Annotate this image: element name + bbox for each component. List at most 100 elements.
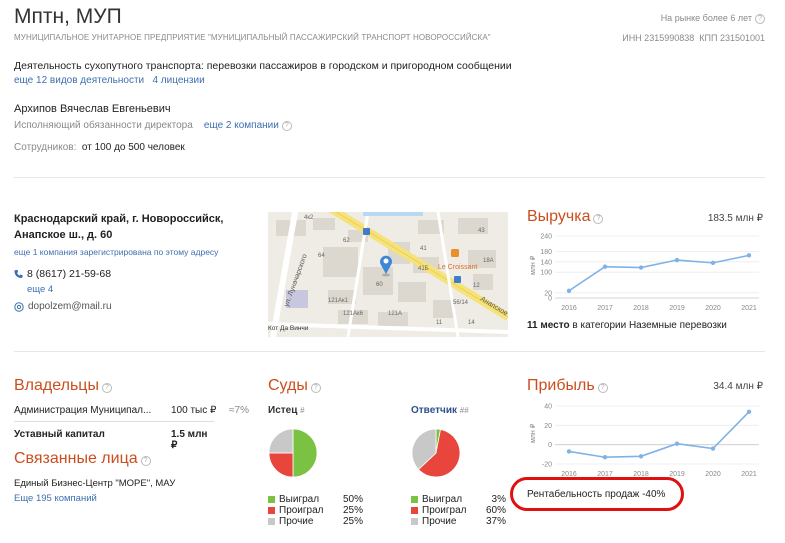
x-tick-label: 2019 bbox=[669, 305, 685, 312]
email-link[interactable]: dopolzem@mail.ru bbox=[28, 301, 112, 312]
address-note-link[interactable]: еще 1 компания зарегистрирована по этому… bbox=[14, 247, 218, 257]
x-tick-label: 2020 bbox=[705, 471, 721, 478]
y-tick-label: 140 bbox=[540, 259, 552, 266]
map-label: 64 bbox=[318, 253, 325, 259]
help-icon[interactable]: ? bbox=[597, 383, 608, 393]
profit-title-row: Прибыль? bbox=[527, 377, 608, 395]
related-item[interactable]: Единый Бизнес-Центр "МОРЕ", МАУ bbox=[14, 478, 175, 489]
defendant-label-row[interactable]: Ответчик ## bbox=[411, 405, 469, 416]
legend-label: Проиграл bbox=[422, 505, 467, 516]
plaintiff-label-row[interactable]: Истец # bbox=[268, 405, 305, 416]
data-point bbox=[566, 288, 572, 293]
phone-number[interactable]: 8 (8617) 21-59-68 bbox=[27, 268, 111, 280]
revenue-value: 183.5 млн ₽ bbox=[707, 213, 763, 224]
email-row: dopolzem@mail.ru bbox=[14, 301, 112, 312]
help-icon[interactable]: ? bbox=[593, 214, 604, 224]
legend-swatch bbox=[268, 507, 275, 514]
map-label: 43 bbox=[478, 228, 485, 234]
help-icon[interactable]: ? bbox=[281, 121, 292, 131]
legend-value: 3% bbox=[491, 494, 506, 505]
legend-label: Выиграл bbox=[422, 494, 463, 505]
address-line1: Краснодарский край, г. Новороссийск, bbox=[14, 213, 224, 225]
legend-value: 25% bbox=[342, 516, 363, 527]
map-label: 56/14 bbox=[453, 300, 469, 306]
divider bbox=[14, 421, 214, 422]
legend-swatch bbox=[411, 496, 418, 503]
director-role: Исполняющий обязанности директора bbox=[14, 120, 193, 131]
y-tick-label: 100 bbox=[540, 270, 552, 277]
y-tick-label: 40 bbox=[544, 404, 552, 411]
map-poi-label: Le Croissant bbox=[438, 264, 477, 271]
plaintiff-pie-chart bbox=[268, 428, 318, 478]
map-poi-label: Кот Да Винчи bbox=[268, 325, 309, 332]
capital-label: Уставный капитал bbox=[14, 429, 105, 440]
bus-stop-icon bbox=[363, 228, 370, 235]
company-name: Мптн, МУП bbox=[14, 5, 122, 28]
map-label: 41 bbox=[420, 246, 427, 252]
data-point bbox=[566, 449, 572, 454]
series-line bbox=[568, 411, 750, 459]
profitability: Рентабельность продаж -40% bbox=[527, 489, 666, 500]
help-icon[interactable]: ? bbox=[755, 14, 765, 24]
x-tick-label: 2016 bbox=[561, 305, 577, 312]
owner-amount: 100 тыс ₽ bbox=[171, 405, 217, 416]
courts-title: Суды bbox=[268, 377, 308, 394]
x-tick-label: 2021 bbox=[741, 471, 757, 478]
map-label: 18А bbox=[483, 258, 494, 264]
market-age-text: На рынке более 6 лет bbox=[660, 13, 752, 23]
owners-title-row: Владельцы? bbox=[14, 377, 112, 395]
map-label: 62 bbox=[343, 238, 350, 244]
revenue-rank: 11 место в категории Наземные перевозки bbox=[527, 320, 727, 331]
map-label: 14 bbox=[468, 320, 475, 326]
profit-title: Прибыль bbox=[527, 377, 595, 394]
legend-swatch bbox=[268, 496, 275, 503]
map-canvas: 4к2 62 64 60 41 41Б 43 18А 12 121Ак1 121… bbox=[268, 212, 508, 337]
director-more-link[interactable]: еще 2 компании bbox=[204, 120, 279, 131]
revenue-title: Выручка bbox=[527, 208, 591, 225]
legend-won: Выиграл 50% bbox=[268, 494, 363, 505]
map-label: 11 bbox=[436, 320, 443, 326]
y-tick-label: 20 bbox=[544, 290, 552, 297]
more-activities-link[interactable]: еще 12 видов деятельности bbox=[14, 75, 144, 86]
profit-value: 34.4 млн ₽ bbox=[713, 381, 763, 392]
map-label: 121А bbox=[388, 311, 402, 317]
data-point bbox=[746, 409, 752, 414]
y-tick-label: 180 bbox=[540, 249, 552, 256]
plaintiff-label: Истец bbox=[268, 405, 298, 416]
y-axis-label: млн ₽ bbox=[529, 423, 537, 443]
legend-label: Прочие bbox=[422, 516, 457, 527]
defendant-label: Ответчик bbox=[411, 405, 457, 416]
legend-value: 60% bbox=[485, 505, 506, 516]
director-name[interactable]: Архипов Вячеслав Евгеньевич bbox=[14, 103, 171, 115]
divider bbox=[14, 177, 765, 178]
data-point bbox=[710, 260, 716, 266]
x-tick-label: 2021 bbox=[741, 305, 757, 312]
data-point bbox=[602, 455, 608, 460]
defendant-hash: ## bbox=[459, 406, 469, 415]
bus-stop-icon bbox=[454, 276, 461, 283]
address-line2: Анапское ш., д. 60 bbox=[14, 229, 113, 241]
help-icon[interactable]: ? bbox=[101, 383, 112, 393]
phone-more-link[interactable]: еще 4 bbox=[27, 284, 53, 295]
related-more-link[interactable]: Еще 195 компаний bbox=[14, 493, 97, 504]
series-line bbox=[568, 254, 750, 292]
owner-share: ≈7% bbox=[229, 405, 249, 416]
capital-row: Уставный капитал 1.5 млн ₽ bbox=[14, 429, 214, 451]
help-icon[interactable]: ? bbox=[310, 383, 321, 393]
related-title-row: Связанные лица? bbox=[14, 450, 151, 468]
legend-other: Прочие 37% bbox=[411, 516, 506, 527]
divider bbox=[14, 351, 765, 352]
licenses-link[interactable]: 4 лицензии bbox=[152, 75, 204, 86]
help-icon[interactable]: ? bbox=[140, 456, 151, 466]
x-tick-label: 2020 bbox=[705, 305, 721, 312]
map[interactable]: 4к2 62 64 60 41 41Б 43 18А 12 121Ак1 121… bbox=[268, 212, 508, 337]
cafe-icon bbox=[451, 249, 459, 257]
data-point bbox=[638, 454, 644, 459]
phone-row: 8 (8617) 21-59-68 bbox=[14, 268, 111, 280]
defendant-legend: Выиграл 3% Проиграл 60% Прочие 37% bbox=[411, 494, 506, 527]
owner-name[interactable]: Администрация Муниципал... bbox=[14, 405, 151, 416]
inn: ИНН 2315990838 bbox=[622, 33, 695, 43]
owner-row[interactable]: Администрация Муниципал... 100 тыс ₽ ≈7% bbox=[14, 405, 249, 416]
legend-lost: Проиграл 25% bbox=[268, 505, 363, 516]
legend-label: Выиграл bbox=[279, 494, 320, 505]
